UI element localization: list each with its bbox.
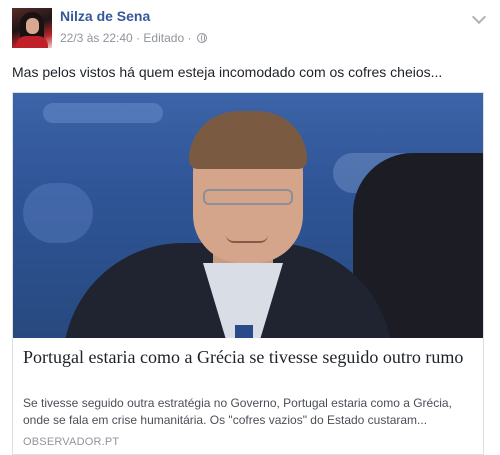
post-message: Mas pelos vistos há quem esteja incomoda… (12, 64, 443, 80)
avatar-face (26, 18, 39, 34)
post-header: Nilza de Sena 22/3 às 22:40 · Editado · (12, 8, 488, 54)
person-hair (189, 111, 307, 169)
author-avatar[interactable] (12, 8, 52, 48)
post-timestamp[interactable]: 22/3 às 22:40 (60, 31, 133, 45)
link-description: Se tivesse seguido outra estratégia no G… (23, 396, 452, 427)
edited-label[interactable]: Editado (143, 31, 184, 45)
link-preview-body[interactable]: Portugal estaria como a Grécia se tivess… (13, 338, 483, 454)
link-preview-image[interactable] (13, 93, 483, 338)
avatar-clothing (16, 36, 48, 48)
meta-separator: · (136, 30, 141, 45)
person-tie (235, 325, 253, 338)
globe-icon[interactable] (196, 32, 207, 43)
link-preview-card[interactable]: Portugal estaria como a Grécia se tivess… (12, 92, 484, 455)
post-meta: 22/3 às 22:40 · Editado · (60, 30, 207, 45)
chevron-down-icon[interactable] (471, 9, 487, 25)
feed-post: Nilza de Sena 22/3 às 22:40 · Editado · … (0, 0, 500, 455)
person-mouth (226, 235, 268, 243)
background-light (43, 103, 163, 123)
person-glasses (203, 189, 293, 205)
author-name[interactable]: Nilza de Sena (60, 8, 150, 24)
link-source: OBSERVADOR.PT (23, 436, 120, 448)
background-blur (23, 183, 93, 243)
meta-separator-2: · (187, 30, 192, 45)
link-title[interactable]: Portugal estaria como a Grécia se tivess… (23, 346, 473, 369)
